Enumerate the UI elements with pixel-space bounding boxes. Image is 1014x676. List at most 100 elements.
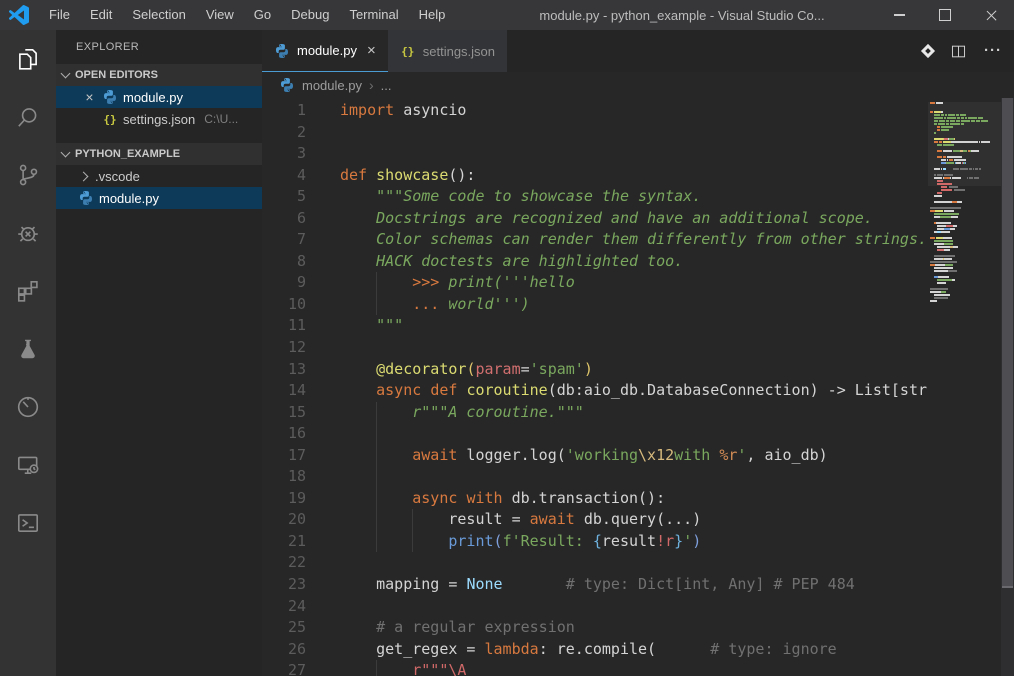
menu-item-view[interactable]: View bbox=[196, 0, 244, 30]
line-number[interactable]: 25 bbox=[262, 617, 340, 639]
window-title: module.py - python_example - Visual Stud… bbox=[500, 8, 864, 23]
code-area[interactable]: 1import asyncio234def showcase():5 """So… bbox=[262, 100, 928, 676]
menu-item-file[interactable]: File bbox=[39, 0, 80, 30]
explorer-icon[interactable] bbox=[0, 30, 56, 88]
code-line-10[interactable]: 10 ... world''') bbox=[262, 294, 928, 316]
code-line-15[interactable]: 15 r"""A coroutine.""" bbox=[262, 402, 928, 424]
code-line-16[interactable]: 16 bbox=[262, 423, 928, 445]
line-number[interactable]: 21 bbox=[262, 531, 340, 553]
code-line-3[interactable]: 3 bbox=[262, 143, 928, 165]
scrollbar-thumb[interactable] bbox=[1002, 98, 1013, 588]
code-editor[interactable]: 1import asyncio234def showcase():5 """So… bbox=[262, 98, 1014, 676]
line-number[interactable]: 7 bbox=[262, 229, 340, 251]
more-actions-icon[interactable]: ··· bbox=[984, 46, 1002, 56]
code-line-21[interactable]: 21 print(f'Result: {result!r}') bbox=[262, 531, 928, 553]
code-line-19[interactable]: 19 async with db.transaction(): bbox=[262, 488, 928, 510]
line-number[interactable]: 19 bbox=[262, 488, 340, 510]
line-number[interactable]: 15 bbox=[262, 402, 340, 424]
window-controls bbox=[876, 0, 1014, 30]
line-number[interactable]: 26 bbox=[262, 639, 340, 661]
minimize-button[interactable] bbox=[876, 0, 922, 30]
extensions-icon[interactable] bbox=[0, 262, 56, 320]
line-number[interactable]: 14 bbox=[262, 380, 340, 402]
split-editor-icon[interactable] bbox=[950, 43, 967, 60]
source-control-icon[interactable] bbox=[0, 146, 56, 204]
breadcrumb-file[interactable]: module.py bbox=[302, 78, 362, 93]
maximize-button[interactable] bbox=[922, 0, 968, 30]
close-editor-icon[interactable]: × bbox=[82, 89, 97, 105]
menu-item-terminal[interactable]: Terminal bbox=[339, 0, 408, 30]
code-line-23[interactable]: 23 mapping = None # type: Dict[int, Any]… bbox=[262, 574, 928, 596]
code-line-4[interactable]: 4def showcase(): bbox=[262, 165, 928, 187]
line-number[interactable]: 20 bbox=[262, 509, 340, 531]
gauge-icon[interactable] bbox=[0, 378, 56, 436]
vertical-scrollbar[interactable] bbox=[1001, 98, 1014, 676]
menu-item-help[interactable]: Help bbox=[409, 0, 456, 30]
line-number[interactable]: 22 bbox=[262, 552, 340, 574]
code-line-17[interactable]: 17 await logger.log('working\x12with %r'… bbox=[262, 445, 928, 467]
vscode-logo-icon[interactable] bbox=[9, 5, 29, 25]
code-line-14[interactable]: 14 async def coroutine(db:aio_db.Databas… bbox=[262, 380, 928, 402]
explorer-sidebar: EXPLORER OPEN EDITORS × module.py {} set… bbox=[56, 30, 262, 676]
code-line-22[interactable]: 22 bbox=[262, 552, 928, 574]
line-number[interactable]: 27 bbox=[262, 660, 340, 676]
menu-item-edit[interactable]: Edit bbox=[80, 0, 122, 30]
code-line-13[interactable]: 13 @decorator(param='spam') bbox=[262, 359, 928, 381]
open-editor-module-py[interactable]: × module.py bbox=[56, 86, 262, 108]
code-line-12[interactable]: 12 bbox=[262, 337, 928, 359]
section-python-example[interactable]: PYTHON_EXAMPLE bbox=[56, 143, 262, 165]
code-line-24[interactable]: 24 bbox=[262, 596, 928, 618]
remote-display-icon[interactable] bbox=[0, 436, 56, 494]
section-open-editors[interactable]: OPEN EDITORS bbox=[56, 64, 262, 86]
diamond-icon[interactable] bbox=[921, 44, 935, 58]
line-number[interactable]: 2 bbox=[262, 122, 340, 144]
line-number[interactable]: 16 bbox=[262, 423, 340, 445]
line-number[interactable]: 24 bbox=[262, 596, 340, 618]
line-number[interactable]: 9 bbox=[262, 272, 340, 294]
code-line-7[interactable]: 7 Color schemas can render them differen… bbox=[262, 229, 928, 251]
line-number[interactable]: 11 bbox=[262, 315, 340, 337]
breadcrumb-symbol[interactable]: ... bbox=[381, 78, 392, 93]
tree-item-vscode-folder[interactable]: .vscode bbox=[56, 165, 262, 187]
code-line-5[interactable]: 5 """Some code to showcase the syntax. bbox=[262, 186, 928, 208]
menu-item-go[interactable]: Go bbox=[244, 0, 281, 30]
tab-close-icon[interactable]: × bbox=[367, 42, 376, 59]
line-number[interactable]: 8 bbox=[262, 251, 340, 273]
close-button[interactable] bbox=[968, 0, 1014, 30]
tab-module-py[interactable]: module.py × bbox=[262, 30, 388, 72]
tree-item-module-py[interactable]: module.py bbox=[56, 187, 262, 209]
line-number[interactable]: 18 bbox=[262, 466, 340, 488]
code-line-18[interactable]: 18 bbox=[262, 466, 928, 488]
line-number[interactable]: 4 bbox=[262, 165, 340, 187]
line-number[interactable]: 3 bbox=[262, 143, 340, 165]
terminal-icon[interactable] bbox=[0, 494, 56, 552]
line-number[interactable]: 17 bbox=[262, 445, 340, 467]
search-icon[interactable] bbox=[0, 88, 56, 146]
code-line-26[interactable]: 26 get_regex = lambda: re.compile( # typ… bbox=[262, 639, 928, 661]
tab-label: module.py bbox=[297, 43, 357, 58]
code-line-20[interactable]: 20 result = await db.query(...) bbox=[262, 509, 928, 531]
tab-settings-json[interactable]: {} settings.json bbox=[388, 30, 507, 72]
code-line-25[interactable]: 25 # a regular expression bbox=[262, 617, 928, 639]
line-number[interactable]: 12 bbox=[262, 337, 340, 359]
code-line-1[interactable]: 1import asyncio bbox=[262, 100, 928, 122]
test-beaker-icon[interactable] bbox=[0, 320, 56, 378]
code-line-11[interactable]: 11 """ bbox=[262, 315, 928, 337]
debug-icon[interactable] bbox=[0, 204, 56, 262]
minimap[interactable] bbox=[928, 102, 1001, 676]
line-number[interactable]: 23 bbox=[262, 574, 340, 596]
code-line-9[interactable]: 9 >>> print('''hello bbox=[262, 272, 928, 294]
line-number[interactable]: 13 bbox=[262, 359, 340, 381]
line-number[interactable]: 1 bbox=[262, 100, 340, 122]
menu-item-selection[interactable]: Selection bbox=[122, 0, 195, 30]
code-line-2[interactable]: 2 bbox=[262, 122, 928, 144]
section-label: PYTHON_EXAMPLE bbox=[75, 148, 180, 160]
line-number[interactable]: 10 bbox=[262, 294, 340, 316]
open-editor-settings-json[interactable]: {} settings.json C:\U... bbox=[56, 108, 262, 130]
menu-item-debug[interactable]: Debug bbox=[281, 0, 339, 30]
code-line-6[interactable]: 6 Docstrings are recognized and have an … bbox=[262, 208, 928, 230]
code-line-27[interactable]: 27 r"""\A bbox=[262, 660, 928, 676]
code-line-8[interactable]: 8 HACK doctests are highlighted too. bbox=[262, 251, 928, 273]
line-number[interactable]: 6 bbox=[262, 208, 340, 230]
line-number[interactable]: 5 bbox=[262, 186, 340, 208]
